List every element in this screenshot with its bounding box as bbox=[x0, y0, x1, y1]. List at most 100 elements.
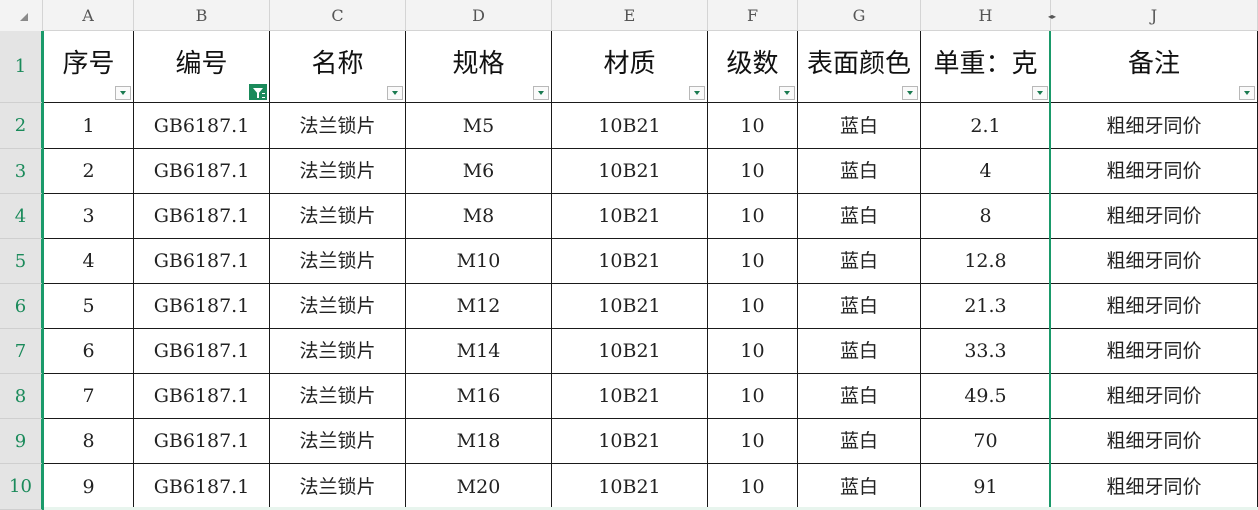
table-cell[interactable]: 7 bbox=[44, 374, 134, 419]
filter-dropdown-button[interactable] bbox=[1239, 86, 1255, 100]
table-cell[interactable]: 法兰锁片 bbox=[270, 464, 406, 510]
table-cell[interactable]: 10B21 bbox=[552, 329, 708, 374]
table-cell[interactable]: 法兰锁片 bbox=[270, 103, 406, 149]
table-cell[interactable]: 法兰锁片 bbox=[270, 374, 406, 419]
table-cell[interactable]: 10 bbox=[708, 194, 798, 239]
table-cell[interactable]: 2 bbox=[44, 149, 134, 194]
row-header-4[interactable]: 4 bbox=[0, 194, 43, 239]
table-cell[interactable]: 粗细牙同价 bbox=[1051, 103, 1258, 149]
table-cell[interactable]: GB6187.1 bbox=[134, 284, 270, 329]
table-cell[interactable]: 10 bbox=[708, 374, 798, 419]
filter-dropdown-button[interactable] bbox=[533, 86, 549, 100]
table-cell[interactable]: 1 bbox=[44, 103, 134, 149]
row-header-10[interactable]: 10 bbox=[0, 464, 43, 510]
header-cell-c[interactable]: 名称 bbox=[270, 31, 406, 103]
table-cell[interactable]: 4 bbox=[44, 239, 134, 284]
row-header-7[interactable]: 7 bbox=[0, 329, 43, 374]
table-cell[interactable]: GB6187.1 bbox=[134, 374, 270, 419]
row-header-6[interactable]: 6 bbox=[0, 284, 43, 329]
table-cell[interactable]: GB6187.1 bbox=[134, 329, 270, 374]
select-all-corner[interactable] bbox=[0, 0, 43, 31]
row-header-8[interactable]: 8 bbox=[0, 374, 43, 419]
table-cell[interactable]: 法兰锁片 bbox=[270, 239, 406, 284]
table-cell[interactable]: 10B21 bbox=[552, 284, 708, 329]
table-cell[interactable]: 蓝白 bbox=[798, 149, 921, 194]
table-cell[interactable]: M8 bbox=[406, 194, 552, 239]
table-cell[interactable]: 粗细牙同价 bbox=[1051, 149, 1258, 194]
table-cell[interactable]: 蓝白 bbox=[798, 284, 921, 329]
column-header-h[interactable]: H bbox=[921, 0, 1051, 31]
table-cell[interactable]: M18 bbox=[406, 419, 552, 464]
header-cell-d[interactable]: 规格 bbox=[406, 31, 552, 103]
header-cell-f[interactable]: 级数 bbox=[708, 31, 798, 103]
filter-dropdown-button[interactable] bbox=[115, 86, 131, 100]
table-cell[interactable]: GB6187.1 bbox=[134, 103, 270, 149]
table-cell[interactable]: M12 bbox=[406, 284, 552, 329]
row-header-3[interactable]: 3 bbox=[0, 149, 43, 194]
table-cell[interactable]: GB6187.1 bbox=[134, 419, 270, 464]
table-cell[interactable]: 蓝白 bbox=[798, 103, 921, 149]
table-cell[interactable]: 10B21 bbox=[552, 194, 708, 239]
table-cell[interactable]: 粗细牙同价 bbox=[1051, 374, 1258, 419]
table-cell[interactable]: 10B21 bbox=[552, 149, 708, 194]
table-cell[interactable]: 法兰锁片 bbox=[270, 194, 406, 239]
table-cell[interactable]: M14 bbox=[406, 329, 552, 374]
table-cell[interactable]: 粗细牙同价 bbox=[1051, 419, 1258, 464]
header-cell-h[interactable]: 单重：克 bbox=[921, 31, 1051, 103]
table-cell[interactable]: 10B21 bbox=[552, 374, 708, 419]
table-cell[interactable]: GB6187.1 bbox=[134, 149, 270, 194]
table-cell[interactable]: 2.1 bbox=[921, 103, 1051, 149]
column-header-e[interactable]: E bbox=[552, 0, 708, 31]
table-cell[interactable]: M5 bbox=[406, 103, 552, 149]
table-cell[interactable]: GB6187.1 bbox=[134, 194, 270, 239]
table-cell[interactable]: M10 bbox=[406, 239, 552, 284]
header-cell-e[interactable]: 材质 bbox=[552, 31, 708, 103]
table-cell[interactable]: 10 bbox=[708, 239, 798, 284]
column-header-j[interactable]: J bbox=[1051, 0, 1258, 31]
table-cell[interactable]: 10B21 bbox=[552, 464, 708, 510]
table-cell[interactable]: 蓝白 bbox=[798, 194, 921, 239]
column-header-b[interactable]: B bbox=[134, 0, 270, 31]
filter-dropdown-button[interactable] bbox=[902, 86, 918, 100]
header-cell-g[interactable]: 表面颜色 bbox=[798, 31, 921, 103]
table-cell[interactable]: 5 bbox=[44, 284, 134, 329]
table-cell[interactable]: 10 bbox=[708, 419, 798, 464]
table-cell[interactable]: M16 bbox=[406, 374, 552, 419]
table-cell[interactable]: 10 bbox=[708, 464, 798, 510]
column-header-f[interactable]: F bbox=[708, 0, 798, 31]
column-header-g[interactable]: G bbox=[798, 0, 921, 31]
table-cell[interactable]: 粗细牙同价 bbox=[1051, 284, 1258, 329]
table-cell[interactable]: 6 bbox=[44, 329, 134, 374]
table-cell[interactable]: 粗细牙同价 bbox=[1051, 194, 1258, 239]
table-cell[interactable]: M20 bbox=[406, 464, 552, 510]
table-cell[interactable]: 49.5 bbox=[921, 374, 1051, 419]
row-header-2[interactable]: 2 bbox=[0, 103, 43, 149]
table-cell[interactable]: 10 bbox=[708, 329, 798, 374]
table-cell[interactable]: 10 bbox=[708, 284, 798, 329]
table-cell[interactable]: 蓝白 bbox=[798, 329, 921, 374]
header-cell-a[interactable]: 序号 bbox=[44, 31, 134, 103]
table-cell[interactable]: 8 bbox=[44, 419, 134, 464]
table-cell[interactable]: 91 bbox=[921, 464, 1051, 510]
table-cell[interactable]: 法兰锁片 bbox=[270, 284, 406, 329]
table-cell[interactable]: 3 bbox=[44, 194, 134, 239]
table-cell[interactable]: 法兰锁片 bbox=[270, 149, 406, 194]
table-cell[interactable]: 法兰锁片 bbox=[270, 419, 406, 464]
table-cell[interactable]: 10 bbox=[708, 149, 798, 194]
table-cell[interactable]: 粗细牙同价 bbox=[1051, 329, 1258, 374]
filter-dropdown-button[interactable] bbox=[779, 86, 795, 100]
table-cell[interactable]: 粗细牙同价 bbox=[1051, 239, 1258, 284]
table-cell[interactable]: 粗细牙同价 bbox=[1051, 464, 1258, 510]
header-cell-j[interactable]: 备注 bbox=[1051, 31, 1258, 103]
filter-dropdown-button[interactable] bbox=[1032, 86, 1048, 100]
table-cell[interactable]: 10B21 bbox=[552, 239, 708, 284]
table-cell[interactable]: 蓝白 bbox=[798, 239, 921, 284]
table-cell[interactable]: 蓝白 bbox=[798, 374, 921, 419]
table-cell[interactable]: GB6187.1 bbox=[134, 239, 270, 284]
filter-active-button[interactable] bbox=[249, 84, 267, 100]
table-cell[interactable]: 70 bbox=[921, 419, 1051, 464]
table-cell[interactable]: 法兰锁片 bbox=[270, 329, 406, 374]
table-cell[interactable]: 9 bbox=[44, 464, 134, 510]
table-cell[interactable]: GB6187.1 bbox=[134, 464, 270, 510]
column-header-c[interactable]: C bbox=[270, 0, 406, 31]
